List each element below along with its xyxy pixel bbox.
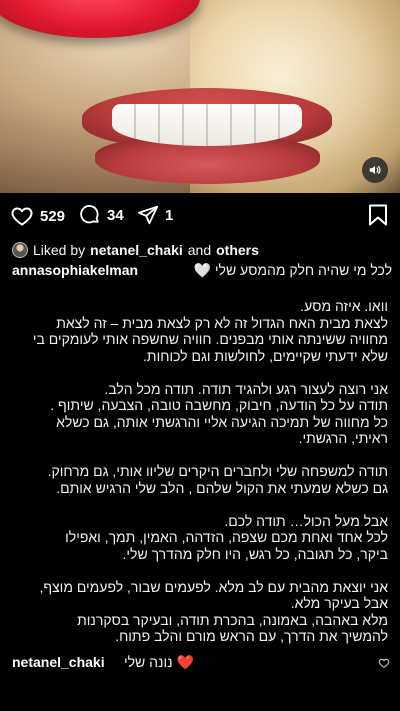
caption-line: אני יוצאת מהבית עם לב מלא. לפעמים שבור, … xyxy=(39,578,388,595)
liked-by-others[interactable]: others xyxy=(216,242,259,258)
liked-by-prefix: Liked by xyxy=(33,242,86,258)
caption-header: annasophiakelman לכל מי שהיה חלק מהמסע ש… xyxy=(12,262,392,282)
comment-text: ❤️ נונה שלי xyxy=(124,654,194,670)
photo-teeth xyxy=(112,104,302,146)
bookmark-icon[interactable] xyxy=(368,204,388,226)
comment-row: netanel_chaki ❤️ נונה שלי xyxy=(12,654,392,674)
liker-avatar[interactable] xyxy=(12,242,28,258)
caption-line: מלא באהבה, באמונה, בהכרת תודה, ובעיקר בס… xyxy=(77,611,388,628)
liked-by-user[interactable]: netanel_chaki xyxy=(90,242,183,258)
caption-paragraph-3: תודה למשפחה שלי ולחברים היקרים שליוו אות… xyxy=(12,463,388,496)
caption-paragraph-5: אני יוצאת מהבית עם לב מלא. לפעמים שבור, … xyxy=(12,579,388,645)
likes-count[interactable]: 529 xyxy=(40,208,65,225)
audio-toggle-button[interactable] xyxy=(362,157,388,183)
save-button[interactable] xyxy=(368,204,388,231)
shares-count: 1 xyxy=(165,206,174,224)
photo-red-sunglasses xyxy=(0,0,200,38)
caption-paragraph-1: וואו. איזה מסע. לצאת מבית האח הגדול זה ל… xyxy=(12,298,388,364)
caption-first-line: לכל מי שהיה חלק מהמסע שלי 🤍 xyxy=(193,262,392,278)
caption-line: אני רוצה לעצור רגע ולהגיד תודה. תודה מכל… xyxy=(104,380,388,397)
caption-line: ביקר, כל תגובה, כל רגש, היו חלק מהדרך של… xyxy=(122,545,388,562)
caption-line: להמשיך את הדרך, עם הראש מורם והלב פתוח. xyxy=(115,628,388,644)
liked-by-connector: and xyxy=(187,242,212,258)
caption-line: לצאת מבית האח הגדול זה לא רק לצאת מבית –… xyxy=(56,314,388,331)
caption-body: וואו. איזה מסע. לצאת מבית האח הגדול זה ל… xyxy=(12,298,388,645)
caption-line: לכל אחד ואחת מכם שצפה, הזדהה, האמין, תמך… xyxy=(65,529,388,545)
caption-paragraph-4: אבל מעל הכול… תודה לכם. לכל אחד ואחת מכם… xyxy=(12,513,388,563)
caption-line: שלא ידעתי שקיימים, לחולשות וגם לכוחות. xyxy=(143,347,388,364)
share-action[interactable]: 1 xyxy=(137,204,173,226)
caption-line: מחוויה ששינתה אותי מבפנים. חוויה שחשפה א… xyxy=(32,331,388,347)
comment-username[interactable]: netanel_chaki xyxy=(12,654,105,670)
caption-line: אבל בעיקר מלא. xyxy=(290,595,388,611)
liked-by-row[interactable]: Liked by netanel_chaki and others xyxy=(12,240,392,260)
comment-action[interactable]: 34 xyxy=(79,204,124,226)
caption-line: ראיתי, הרגשתי. xyxy=(298,430,388,446)
caption-username[interactable]: annasophiakelman xyxy=(12,262,138,278)
speech-bubble-icon[interactable] xyxy=(79,204,101,226)
caption-line: תודה על כל הודעה, חיבוק, מחשבה טובה, הצב… xyxy=(50,397,388,413)
post-media[interactable] xyxy=(0,0,400,193)
speaker-icon xyxy=(369,165,381,175)
small-heart-icon[interactable] xyxy=(378,657,390,669)
paper-plane-icon[interactable] xyxy=(137,204,159,226)
caption-line: גם כשלא שמעתי את הקול שלהם , הלב שלי הרג… xyxy=(56,479,388,496)
caption-line: תודה למשפחה שלי ולחברים היקרים שליוו אות… xyxy=(47,463,388,479)
caption-line: אבל מעל הכול… תודה לכם. xyxy=(224,512,388,529)
caption-line: וואו. איזה מסע. xyxy=(300,298,388,314)
comment-like-button[interactable] xyxy=(378,656,390,674)
caption-paragraph-2: אני רוצה לעצור רגע ולהגיד תודה. תודה מכל… xyxy=(12,381,388,447)
heart-outline-icon[interactable] xyxy=(10,204,34,228)
post-actions-bar: 529 34 1 xyxy=(0,200,400,232)
like-action[interactable]: 529 xyxy=(10,204,65,228)
comments-count[interactable]: 34 xyxy=(107,207,124,224)
caption-line: כל מחווה של תמיכה הגיעה אליי והרגשתי אות… xyxy=(56,413,388,430)
